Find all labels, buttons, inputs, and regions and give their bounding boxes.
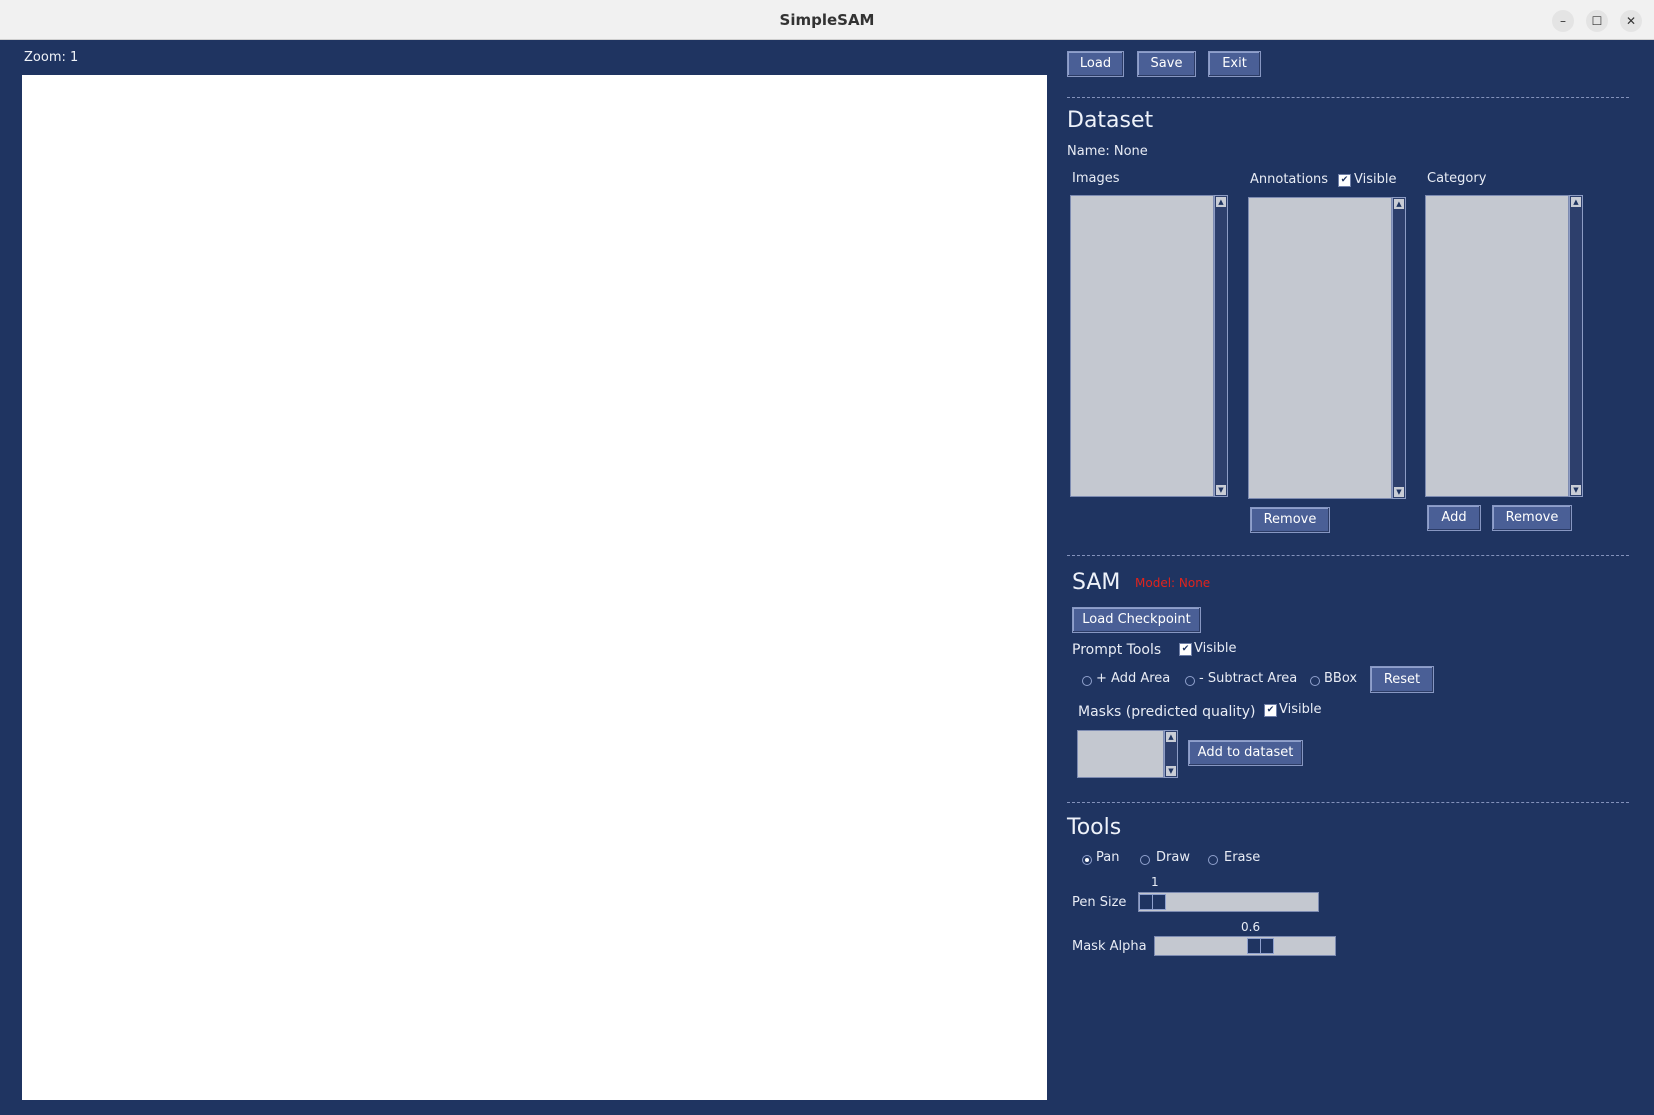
category-label: Category (1427, 171, 1487, 186)
load-button[interactable]: Load (1067, 51, 1124, 77)
subtract-area-label: - Subtract Area (1199, 671, 1298, 686)
pan-radio[interactable] (1082, 855, 1092, 865)
minimize-icon[interactable]: – (1552, 10, 1574, 32)
separator (1067, 802, 1629, 803)
prompt-visible-label: Visible (1194, 641, 1237, 656)
masks-listbox[interactable] (1077, 730, 1164, 778)
images-listbox[interactable] (1070, 195, 1214, 497)
scroll-down-icon[interactable]: ▼ (1571, 485, 1581, 495)
images-scrollbar[interactable]: ▲ ▼ (1214, 195, 1228, 497)
remove-annotation-button[interactable]: Remove (1250, 507, 1330, 533)
scroll-down-icon[interactable]: ▼ (1166, 766, 1176, 776)
pen-size-slider-handle[interactable] (1139, 894, 1166, 910)
remove-category-button[interactable]: Remove (1492, 505, 1572, 531)
zoom-label: Zoom: 1 (24, 50, 79, 65)
erase-label: Erase (1224, 850, 1261, 865)
image-canvas[interactable] (22, 75, 1047, 1100)
scroll-down-icon[interactable]: ▼ (1394, 487, 1404, 497)
bbox-radio[interactable] (1310, 676, 1320, 686)
annotations-visible-label: Visible (1354, 172, 1397, 187)
mask-alpha-label: Mask Alpha (1072, 939, 1147, 954)
pen-size-value: 1 (1151, 875, 1159, 889)
scroll-up-icon[interactable]: ▲ (1571, 197, 1581, 207)
masks-visible-checkbox[interactable]: ✔ (1264, 704, 1277, 717)
mask-alpha-value: 0.6 (1241, 920, 1261, 934)
scroll-up-icon[interactable]: ▲ (1166, 732, 1176, 742)
pan-label: Pan (1096, 850, 1120, 865)
draw-radio[interactable] (1140, 855, 1150, 865)
window-titlebar: SimpleSAM – ☐ ✕ (0, 0, 1654, 40)
exit-button[interactable]: Exit (1208, 51, 1261, 77)
mask-alpha-slider-handle[interactable] (1247, 938, 1274, 954)
load-checkpoint-button[interactable]: Load Checkpoint (1072, 607, 1201, 633)
subtract-area-radio[interactable] (1185, 676, 1195, 686)
annotations-scrollbar[interactable]: ▲ ▼ (1392, 197, 1406, 499)
add-category-button[interactable]: Add (1427, 505, 1481, 531)
window-title: SimpleSAM (779, 11, 875, 29)
masks-visible-label: Visible (1279, 702, 1322, 717)
close-icon[interactable]: ✕ (1620, 10, 1642, 32)
bbox-label: BBox (1324, 671, 1358, 686)
sam-heading: SAM (1072, 570, 1121, 595)
pen-size-label: Pen Size (1072, 895, 1127, 910)
reset-button[interactable]: Reset (1370, 666, 1434, 693)
add-to-dataset-button[interactable]: Add to dataset (1188, 740, 1303, 766)
separator (1067, 555, 1629, 556)
maximize-icon[interactable]: ☐ (1586, 10, 1608, 32)
erase-radio[interactable] (1208, 855, 1218, 865)
add-area-label: + Add Area (1096, 671, 1171, 686)
mask-alpha-slider[interactable] (1154, 936, 1336, 956)
dataset-name: Name: None (1067, 144, 1148, 159)
category-listbox[interactable] (1425, 195, 1569, 497)
model-status: Model: None (1135, 576, 1211, 590)
scroll-up-icon[interactable]: ▲ (1216, 197, 1226, 207)
annotations-listbox[interactable] (1248, 197, 1392, 499)
images-label: Images (1072, 171, 1120, 186)
dataset-heading: Dataset (1067, 108, 1154, 133)
annotations-visible-checkbox[interactable]: ✔ (1338, 174, 1351, 187)
scroll-up-icon[interactable]: ▲ (1394, 199, 1404, 209)
add-area-radio[interactable] (1082, 676, 1092, 686)
save-button[interactable]: Save (1137, 51, 1196, 77)
separator (1067, 97, 1629, 98)
pen-size-slider[interactable] (1138, 892, 1319, 912)
draw-label: Draw (1156, 850, 1190, 865)
app-window: Zoom: 1 Load Save Exit Dataset Name: Non… (2, 40, 1652, 1113)
annotations-label: Annotations (1250, 172, 1329, 187)
prompt-visible-checkbox[interactable]: ✔ (1179, 643, 1192, 656)
masks-label: Masks (predicted quality) (1078, 704, 1256, 720)
scroll-down-icon[interactable]: ▼ (1216, 485, 1226, 495)
tools-heading: Tools (1067, 815, 1122, 840)
masks-scrollbar[interactable]: ▲ ▼ (1164, 730, 1178, 778)
prompt-tools-label: Prompt Tools (1072, 642, 1162, 658)
category-scrollbar[interactable]: ▲ ▼ (1569, 195, 1583, 497)
